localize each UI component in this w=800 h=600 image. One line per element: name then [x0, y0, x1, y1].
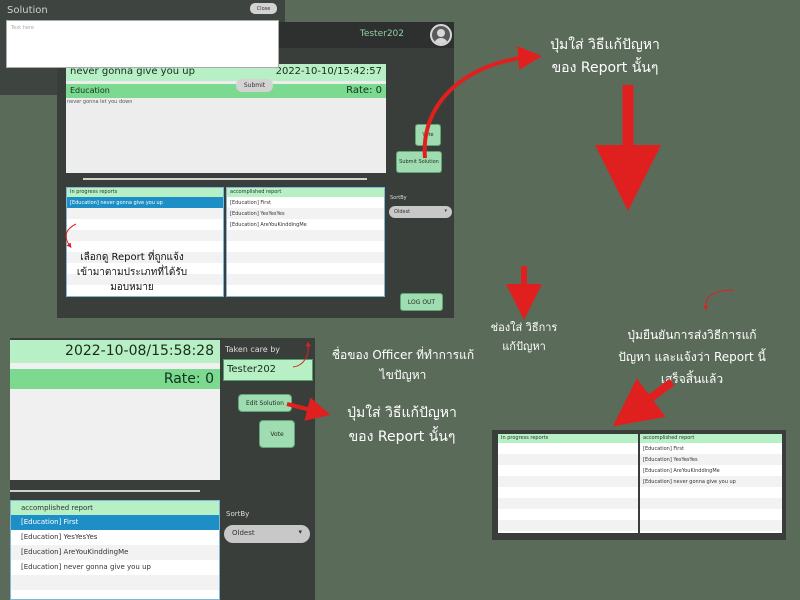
annotation-text: ไขปัญหา	[379, 368, 427, 382]
annotation-text: ช่องใส่ วิธีการ	[490, 321, 558, 334]
annotation-confirm-submit: ปุ่มยืนยันการส่งวิธีการแก้ ปัญหา และแจ้ง…	[598, 324, 786, 390]
accomplished-list: accomplished report [Education] First [E…	[10, 500, 220, 600]
list-item[interactable]	[640, 487, 782, 498]
list-item[interactable]	[498, 509, 638, 520]
taken-care-label: Taken care by	[225, 345, 281, 354]
annotation-text: แก้ปัญหา	[502, 340, 546, 353]
report-rate: Rate: 0	[10, 369, 220, 389]
list-item[interactable]	[498, 520, 638, 531]
list-item[interactable]: [Education] First	[11, 515, 219, 530]
list-item[interactable]: [Education] YesYesYes	[227, 208, 384, 219]
sort-select[interactable]: Oldest ▾	[224, 525, 310, 543]
avatar-icon[interactable]	[430, 24, 452, 46]
report-rate: Rate: 0	[346, 85, 382, 96]
in-progress-header: In progress reports	[67, 188, 223, 197]
list-item[interactable]	[11, 590, 219, 600]
list-item[interactable]	[11, 575, 219, 590]
list-item[interactable]: [Education] YesYesYes	[640, 454, 782, 465]
list-item[interactable]	[640, 509, 782, 520]
accomplished-list: accomplished report [Education] First [E…	[226, 187, 385, 297]
report-detail: 2022-10-08/15:58:28 Rate: 0	[10, 340, 220, 480]
list-item[interactable]: [Education] never gonna give you up	[11, 560, 219, 575]
vote-button[interactable]: Vote	[415, 124, 441, 146]
divider	[83, 178, 367, 180]
list-item[interactable]	[498, 454, 638, 465]
annotation-select-report: เลือกดู Report ที่ถูกแจ้ง เข้ามาตามประเภ…	[69, 250, 195, 295]
annotation-text: ปัญหา และแจ้งว่า Report นี้	[618, 350, 766, 364]
list-item[interactable]	[498, 476, 638, 487]
report-datetime: 2022-10-10/15:42:57	[275, 66, 382, 77]
annotation-solution-field: ช่องใส่ วิธีการ แก้ปัญหา	[470, 318, 578, 356]
accomplished-header: accomplished report	[640, 434, 782, 443]
list-item[interactable]	[227, 241, 384, 252]
list-item[interactable]: [Education] never gonna give you up	[640, 476, 782, 487]
list-item[interactable]	[227, 274, 384, 285]
annotation-text: ปุ่มใส่ วิธีแก้ปัญหา	[347, 405, 457, 421]
list-item[interactable]	[498, 465, 638, 476]
sort-select[interactable]: Oldest ▾	[389, 206, 452, 218]
annotation-text: เสร็จสิ้นแล้ว	[660, 372, 724, 386]
officer-report-window: 2022-10-08/15:58:28 Rate: 0 Taken care b…	[10, 338, 315, 600]
accomplished-header: accomplished report	[227, 188, 384, 197]
annotation-text: เลือกดู Report ที่ถูกแจ้ง	[80, 252, 184, 263]
list-item[interactable]	[227, 230, 384, 241]
vote-button[interactable]: Vote	[259, 420, 295, 448]
list-item[interactable]	[498, 498, 638, 509]
solution-textarea[interactable]: Text here	[6, 20, 279, 68]
list-item[interactable]	[227, 285, 384, 296]
report-lists-after: In progress reports accomplished report …	[492, 430, 786, 540]
annotation-text: มอบหมาย	[110, 282, 154, 293]
list-item[interactable]	[498, 443, 638, 454]
in-progress-list: In progress reports	[498, 434, 638, 533]
report-body: never gonna let you down	[67, 99, 133, 105]
annotation-text: ชื่อของ Officer ที่ทำการแก้	[331, 348, 475, 362]
annotation-text: ของ Report นั้นๆ	[551, 60, 659, 76]
list-item[interactable]: [Education] First	[640, 443, 782, 454]
list-item[interactable]: [Education] AreYouKinddingMe	[227, 219, 384, 230]
list-item[interactable]	[227, 263, 384, 274]
close-button[interactable]: Close	[250, 3, 277, 14]
list-item[interactable]	[67, 230, 223, 241]
edit-solution-button[interactable]: Edit Solution	[238, 394, 292, 412]
annotation-text: ปุ่มยืนยันการส่งวิธีการแก้	[627, 328, 757, 342]
list-item[interactable]	[498, 487, 638, 498]
chevron-down-icon: ▾	[298, 528, 302, 536]
taken-care-value: Tester202	[223, 359, 313, 381]
report-datetime: 2022-10-08/15:58:28	[10, 340, 220, 363]
report-category-bar: Education Rate: 0	[66, 84, 386, 98]
divider	[10, 490, 200, 492]
list-item[interactable]	[640, 498, 782, 509]
report-detail: never gonna give you up 2022-10-10/15:42…	[66, 64, 386, 173]
annotation-submit-solution: ปุ่มใส่ วิธีแก้ปัญหา ของ Report นั้นๆ	[540, 34, 670, 80]
accomplished-list: accomplished report [Education] First [E…	[640, 434, 782, 533]
in-progress-header: In progress reports	[498, 434, 638, 443]
list-item[interactable]: [Education] YesYesYes	[11, 530, 219, 545]
submit-solution-button[interactable]: Submit Solution	[396, 151, 442, 173]
list-item[interactable]: [Education] First	[227, 197, 384, 208]
list-item[interactable]	[227, 252, 384, 263]
list-item[interactable]: [Education] AreYouKinddingMe	[11, 545, 219, 560]
dialog-title: Solution	[7, 5, 48, 16]
sort-value: Oldest	[232, 529, 255, 537]
annotation-text: ปุ่มใส่ วิธีแก้ปัญหา	[550, 37, 660, 53]
logout-button[interactable]: LOG OUT	[400, 293, 443, 311]
username-label: Tester202	[359, 29, 404, 39]
accomplished-header: accomplished report	[11, 501, 219, 515]
chevron-down-icon: ▾	[444, 208, 447, 214]
sort-value: Oldest	[394, 209, 411, 215]
list-item[interactable]: [Education] never gonna give you up	[67, 197, 223, 208]
list-item[interactable]	[67, 219, 223, 230]
list-item[interactable]	[640, 520, 782, 531]
submit-button[interactable]: Submit	[236, 79, 273, 92]
sort-label: SortBy	[226, 510, 250, 518]
annotation-text: ของ Report นั้นๆ	[348, 429, 456, 445]
sort-label: SortBy	[390, 195, 407, 201]
list-item[interactable]: [Education] AreYouKinddingMe	[640, 465, 782, 476]
list-item[interactable]	[67, 208, 223, 219]
annotation-officer-name: ชื่อของ Officer ที่ทำการแก้ ไขปัญหา	[328, 345, 478, 385]
annotation-text: เข้ามาตามประเภทที่ได้รับ	[76, 267, 188, 278]
report-category: Education	[70, 86, 110, 95]
arrow-to-confirm	[703, 289, 735, 311]
annotation-edit-solution: ปุ่มใส่ วิธีแก้ปัญหา ของ Report นั้นๆ	[332, 401, 472, 449]
